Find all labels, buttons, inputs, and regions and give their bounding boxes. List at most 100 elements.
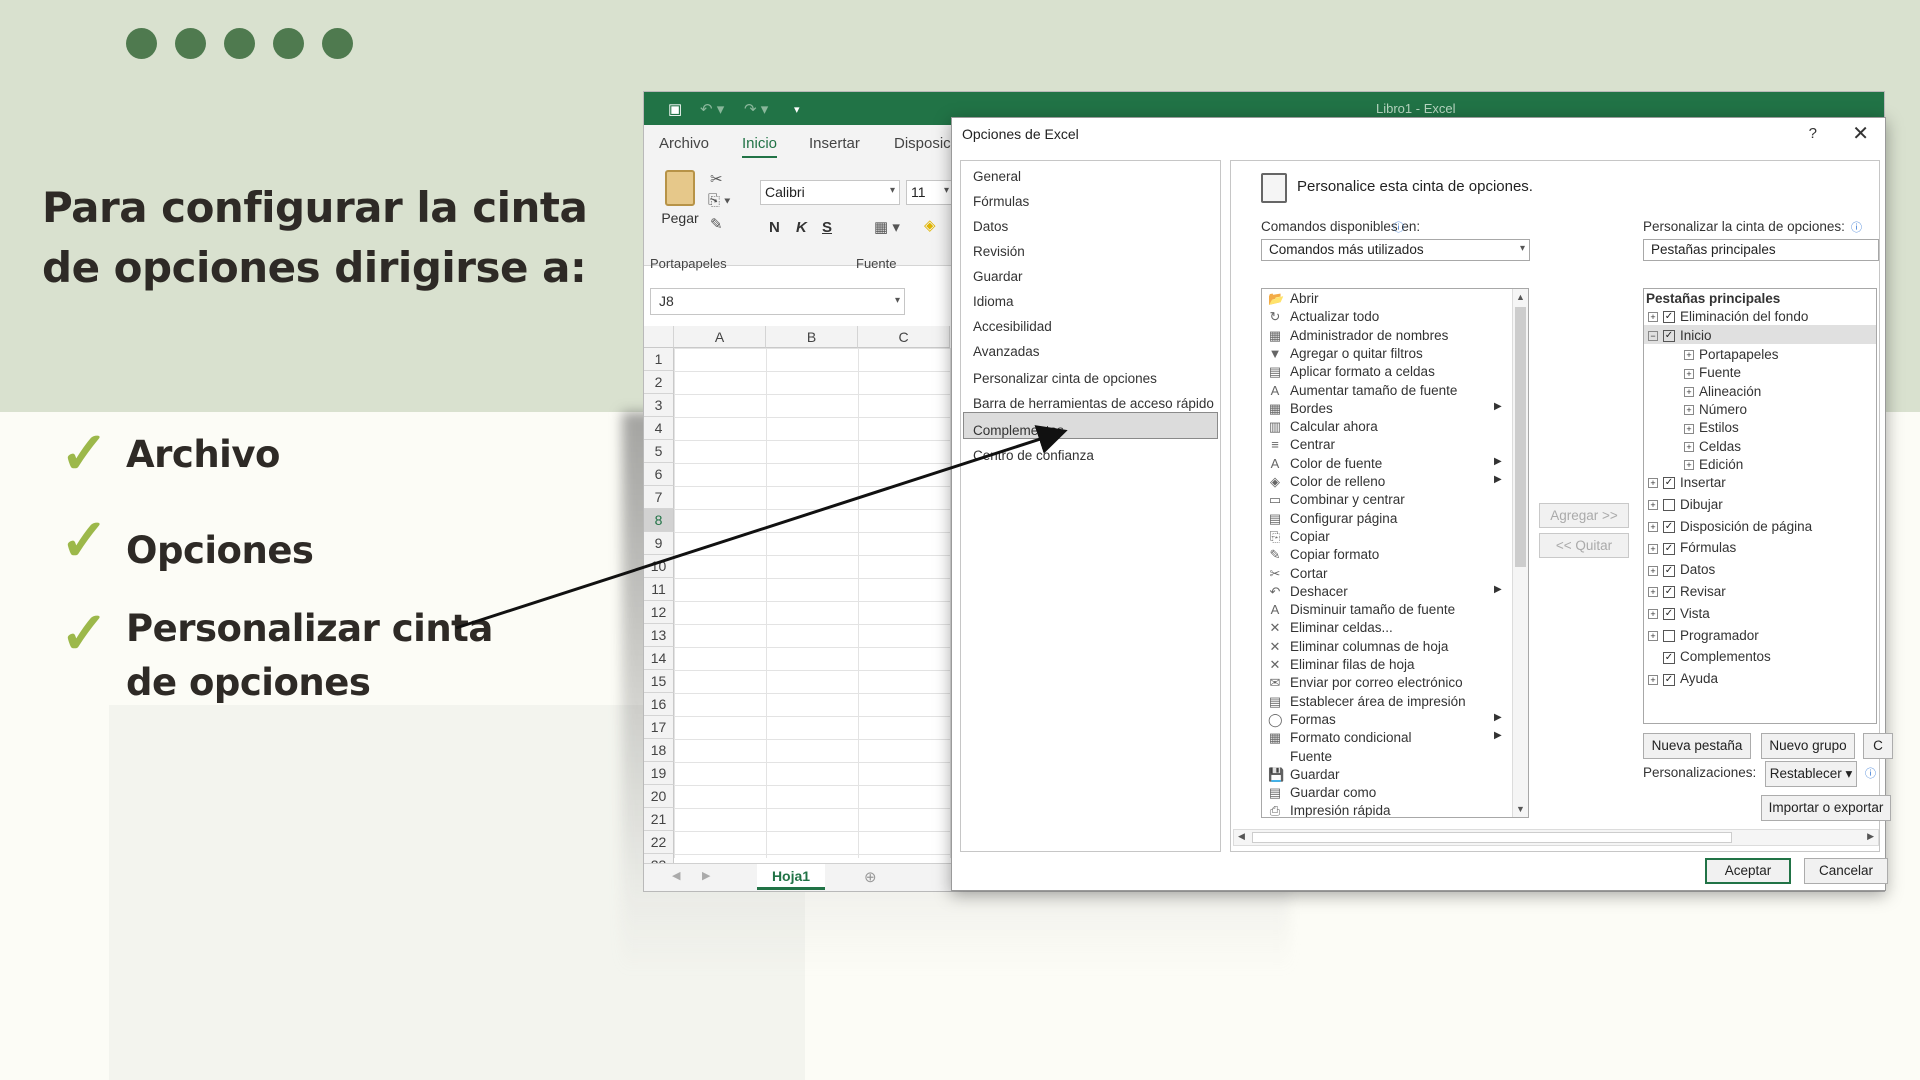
commands-scrollbar[interactable]: ▲ ▼ xyxy=(1512,289,1528,817)
tab-archivo[interactable]: Archivo xyxy=(659,135,709,152)
tree-item[interactable]: − ✓ Inicio xyxy=(1648,328,1712,346)
tree-item[interactable]: + ✓ Insertar xyxy=(1648,475,1726,493)
tree-item[interactable]: + ✓ Ayuda xyxy=(1648,671,1718,689)
expand-icon[interactable]: + xyxy=(1648,312,1658,323)
cell-area[interactable] xyxy=(674,348,954,858)
expand-icon[interactable]: + xyxy=(1648,500,1658,511)
tab-insertar[interactable]: Insertar xyxy=(809,135,860,152)
expand-icon[interactable]: + xyxy=(1684,350,1694,361)
import-export-button[interactable]: Importar o exportar xyxy=(1761,795,1891,821)
tab-checkbox[interactable]: ✓ xyxy=(1663,311,1675,324)
row-header[interactable]: 11 xyxy=(644,578,674,601)
command-item[interactable]: ▤ Configurar página xyxy=(1268,511,1397,529)
column-header[interactable]: A xyxy=(674,326,766,348)
command-item[interactable]: ↶ Deshacer xyxy=(1268,584,1348,602)
expand-icon[interactable]: + xyxy=(1648,565,1658,576)
command-item[interactable]: ▤ Guardar como xyxy=(1268,785,1376,803)
customize-dropdown[interactable]: Pestañas principales xyxy=(1643,239,1879,261)
tab-checkbox[interactable]: ✓ xyxy=(1663,542,1675,555)
borders-icon[interactable]: ▦ ▾ xyxy=(874,218,900,236)
tab-checkbox[interactable]: ✓ xyxy=(1663,330,1675,343)
nav-item[interactable]: Personalizar cinta de opciones xyxy=(973,371,1157,386)
command-item[interactable]: ✂ Cortar xyxy=(1268,566,1328,584)
copy-icon[interactable]: ⎘ ▾ xyxy=(708,192,730,209)
tab-checkbox[interactable]: ✓ xyxy=(1663,608,1675,621)
commands-dropdown[interactable]: Comandos más utilizados ▾ xyxy=(1261,239,1530,261)
expand-icon[interactable]: + xyxy=(1684,441,1694,452)
new-group-button[interactable]: Nuevo grupo xyxy=(1761,733,1855,759)
command-item[interactable]: ▭ Combinar y centrar xyxy=(1268,492,1405,510)
tab-checkbox[interactable] xyxy=(1663,630,1675,643)
command-item[interactable]: A Color de fuente xyxy=(1268,456,1383,474)
undo-icon[interactable]: ↶ ▾ xyxy=(700,100,724,118)
command-item[interactable]: 💾 Guardar xyxy=(1268,767,1340,785)
row-header[interactable]: 4 xyxy=(644,417,674,440)
nav-item[interactable]: Complementos xyxy=(973,423,1064,438)
expand-icon[interactable]: + xyxy=(1684,387,1694,398)
tree-item[interactable]: + ✓ Disposición de página xyxy=(1648,519,1812,537)
command-item[interactable]: ▦ Formato condicional xyxy=(1268,730,1412,748)
scroll-right-icon[interactable]: ▶ xyxy=(702,869,710,882)
column-header[interactable]: C xyxy=(858,326,950,348)
row-header[interactable]: 12 xyxy=(644,601,674,624)
row-header[interactable]: 20 xyxy=(644,785,674,808)
scroll-down-icon[interactable]: ▼ xyxy=(1516,804,1525,814)
tab-checkbox[interactable]: ✓ xyxy=(1663,564,1675,577)
save-icon[interactable]: ▣ xyxy=(668,100,682,118)
nav-item[interactable]: Centro de confianza xyxy=(973,448,1094,463)
cut-icon[interactable]: ✂ xyxy=(710,170,723,188)
nav-item[interactable]: Avanzadas xyxy=(973,344,1040,359)
scroll-left-icon[interactable]: ◀ xyxy=(1238,831,1245,842)
tab-inicio[interactable]: Inicio xyxy=(742,135,778,158)
command-item[interactable]: ✕ Eliminar columnas de hoja xyxy=(1268,639,1449,657)
tree-item[interactable]: + ✓ Eliminación del fondo xyxy=(1648,309,1808,327)
tab-checkbox[interactable]: ✓ xyxy=(1663,586,1675,599)
font-size-box[interactable]: 11 ▾ xyxy=(906,180,954,205)
row-header[interactable]: 6 xyxy=(644,463,674,486)
underline-button[interactable]: S xyxy=(822,219,832,236)
tab-disposicion[interactable]: Disposic xyxy=(894,135,951,152)
scroll-thumb[interactable] xyxy=(1252,832,1732,843)
cancel-button[interactable]: Cancelar xyxy=(1804,858,1888,884)
row-header[interactable]: 15 xyxy=(644,670,674,693)
select-all-corner[interactable] xyxy=(644,326,674,348)
tree-item[interactable]: + Portapapeles xyxy=(1684,347,1779,365)
command-item[interactable]: ▦ Bordes xyxy=(1268,401,1333,419)
tree-item[interactable]: + ✓ Vista xyxy=(1648,606,1710,624)
new-tab-button[interactable]: Nueva pestaña xyxy=(1643,733,1751,759)
command-item[interactable]: Fuente xyxy=(1268,749,1332,767)
row-header[interactable]: 10 xyxy=(644,555,674,578)
row-header[interactable]: 16 xyxy=(644,693,674,716)
tree-item[interactable]: + Edición xyxy=(1684,457,1743,475)
tab-checkbox[interactable]: ✓ xyxy=(1663,521,1675,534)
pane-hscrollbar[interactable]: ◀ ▶ xyxy=(1233,829,1879,846)
expand-icon[interactable]: + xyxy=(1648,587,1658,598)
redo-icon[interactable]: ↷ ▾ xyxy=(744,100,768,118)
tree-item[interactable]: ✓ Complementos xyxy=(1648,649,1771,667)
tab-checkbox[interactable] xyxy=(1663,499,1675,512)
collapse-icon[interactable]: − xyxy=(1648,331,1658,342)
row-header[interactable]: 21 xyxy=(644,808,674,831)
row-header[interactable]: 14 xyxy=(644,647,674,670)
row-header[interactable]: 5 xyxy=(644,440,674,463)
remove-button[interactable]: << Quitar xyxy=(1539,533,1629,558)
nav-item[interactable]: Guardar xyxy=(973,269,1023,284)
row-header[interactable]: 22 xyxy=(644,831,674,854)
scroll-left-icon[interactable]: ◀ xyxy=(672,869,680,882)
row-header[interactable]: 2 xyxy=(644,371,674,394)
worksheet-grid[interactable]: A B C 1 2 3 4 5 6 7 8 9 10 11 12 13 14 15 16 17 18 19 20 21 2… xyxy=(644,326,954,877)
tree-item[interactable]: + Fuente xyxy=(1684,365,1741,383)
command-item[interactable]: ▤ Establecer área de impresión xyxy=(1268,694,1466,712)
command-item[interactable]: ▦ Administrador de nombres xyxy=(1268,328,1448,346)
customize-qat-icon[interactable]: ▾ xyxy=(794,103,800,116)
expand-icon[interactable]: + xyxy=(1648,609,1658,620)
ribbon-tabs-tree[interactable]: Pestañas principales + ✓ Eliminación del f… xyxy=(1643,288,1877,724)
nav-item[interactable]: Fórmulas xyxy=(973,194,1029,209)
row-header[interactable]: 19 xyxy=(644,762,674,785)
tab-checkbox[interactable]: ✓ xyxy=(1663,673,1675,686)
command-item[interactable]: ◈ Color de relleno xyxy=(1268,474,1385,492)
command-item[interactable]: ▤ Aplicar formato a celdas xyxy=(1268,364,1435,382)
nav-item[interactable]: Barra de herramientas de acceso rápido xyxy=(973,396,1214,411)
tree-item[interactable]: + Dibujar xyxy=(1648,497,1723,515)
reset-button[interactable]: Restablecer ▾ xyxy=(1765,761,1857,787)
